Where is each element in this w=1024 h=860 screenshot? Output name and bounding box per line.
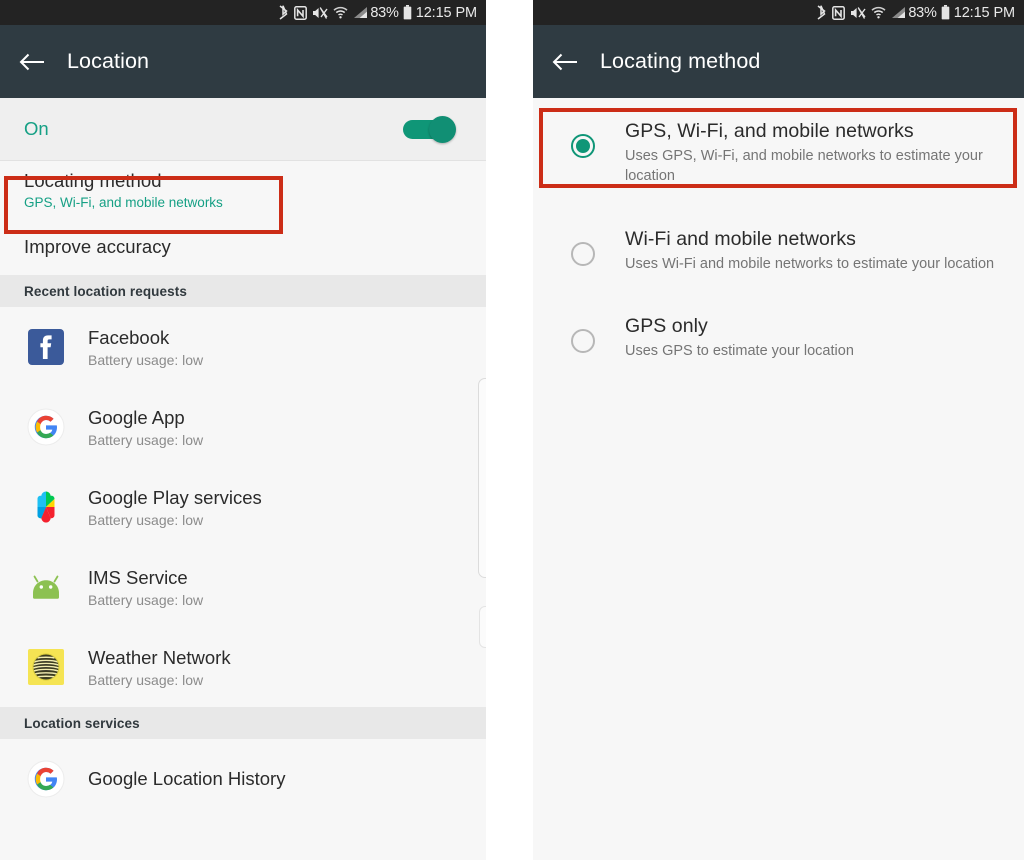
location-master-switch[interactable] [403, 116, 456, 143]
battery-percent-label: 83% [370, 4, 399, 21]
mute-vibrate-icon [312, 6, 328, 20]
app-bar: Location [0, 25, 486, 98]
google-g-icon [26, 759, 66, 799]
radio-option-text: GPS, Wi-Fi, and mobile networks Uses GPS… [625, 118, 997, 186]
mute-vibrate-icon [850, 6, 866, 20]
list-item-title: Facebook [88, 326, 170, 348]
back-arrow-icon[interactable] [19, 49, 45, 75]
bluetooth-icon [816, 5, 827, 20]
list-item-title: Google App [88, 406, 185, 428]
list-item[interactable]: Google Play services Battery usage: low [0, 467, 486, 547]
list-item-subtitle: Battery usage: low [88, 511, 204, 528]
list-item-text: IMS Service Battery usage: low [88, 567, 203, 608]
page-title: Location [67, 49, 150, 73]
location-master-toggle-label: On [24, 118, 49, 139]
google-play-services-icon [26, 487, 66, 527]
wifi-icon [333, 6, 348, 19]
settings-row-locating-method[interactable]: Locating method GPS, Wi-Fi, and mobile n… [0, 161, 486, 219]
wifi-icon [871, 6, 886, 19]
list-item[interactable]: Facebook Battery usage: low [0, 307, 486, 387]
radio-option-title: Wi-Fi and mobile networks [625, 228, 856, 251]
nfc-icon [832, 5, 846, 20]
status-bar: 83% 12:15 PM [533, 0, 1024, 25]
list-item[interactable]: Google Location History [0, 739, 486, 819]
status-bar-icons [278, 5, 368, 20]
page-title: Locating method [600, 49, 761, 73]
radio-inner-dot [576, 139, 590, 153]
recent-location-requests-list: Facebook Battery usage: low Google App B… [0, 307, 486, 707]
radio-option-description: Uses GPS, Wi-Fi, and mobile networks to … [625, 148, 983, 184]
status-bar: 83% 12:15 PM [0, 0, 486, 25]
radio-option-text: GPS only Uses GPS to estimate your locat… [625, 313, 854, 362]
location-master-toggle-row[interactable]: On [0, 98, 486, 161]
facebook-icon [26, 327, 66, 367]
panel-gutter [486, 0, 533, 860]
locating-method-option-list: GPS, Wi-Fi, and mobile networks Uses GPS… [533, 98, 1024, 858]
list-item[interactable]: Weather Network Battery usage: low [0, 627, 486, 707]
list-item-subtitle: Battery usage: low [88, 671, 204, 688]
radio-outer-ring [571, 328, 595, 353]
list-item-text: Google App Battery usage: low [88, 407, 203, 448]
left-phone-screenshot: 83% 12:15 PM Location On Locating method… [0, 0, 486, 860]
google-g-icon [26, 407, 66, 447]
list-item-title: Weather Network [88, 646, 231, 668]
settings-row-subtitle: GPS, Wi-Fi, and mobile networks [24, 195, 223, 210]
nfc-icon [294, 5, 308, 20]
weather-network-icon [26, 647, 66, 687]
status-bar-clock: 12:15 PM [415, 4, 477, 21]
bluetooth-icon [278, 5, 289, 20]
list-item-title: IMS Service [88, 566, 188, 588]
right-phone-screenshot: 83% 12:15 PM Locating method GPS, Wi-Fi,… [533, 0, 1024, 860]
settings-row-title: Locating method [24, 170, 162, 191]
list-item[interactable]: IMS Service Battery usage: low [0, 547, 486, 627]
radio-option-text: Wi-Fi and mobile networks Uses Wi-Fi and… [625, 226, 994, 275]
radio-button[interactable] [571, 242, 595, 267]
location-services-list: Google Location History [0, 739, 486, 819]
list-item-title: Google Location History [88, 768, 286, 789]
status-bar-clock: 12:15 PM [953, 4, 1015, 21]
list-item-text: Google Location History [88, 768, 285, 790]
radio-option-title: GPS only [625, 314, 708, 337]
location-settings-list: Locating method GPS, Wi-Fi, and mobile n… [0, 161, 486, 275]
list-item-text: Weather Network Battery usage: low [88, 647, 231, 688]
list-item-text: Google Play services Battery usage: low [88, 487, 262, 528]
radio-option-description: Uses GPS to estimate your location [625, 342, 854, 359]
radio-option-description: Uses Wi-Fi and mobile networks to estima… [625, 256, 995, 273]
battery-icon [941, 5, 950, 20]
android-robot-icon [26, 567, 66, 607]
section-header-recent-location-requests: Recent location requests [0, 275, 486, 307]
back-arrow-icon[interactable] [552, 49, 578, 75]
list-item-subtitle: Battery usage: low [88, 431, 204, 448]
switch-thumb [429, 116, 456, 143]
radio-option-title: GPS, Wi-Fi, and mobile networks [625, 120, 914, 142]
list-item-text: Facebook Battery usage: low [88, 327, 203, 368]
settings-row-title: Improve accuracy [24, 236, 171, 257]
list-item-title: Google Play services [88, 486, 262, 508]
radio-option-gps-wifi-mobile[interactable]: GPS, Wi-Fi, and mobile networks Uses GPS… [533, 98, 1024, 204]
battery-icon [403, 5, 412, 20]
radio-button[interactable] [571, 328, 595, 353]
radio-option-wifi-mobile[interactable]: Wi-Fi and mobile networks Uses Wi-Fi and… [533, 204, 1024, 293]
status-bar-icons [816, 5, 906, 20]
cellular-signal-icon [353, 6, 368, 19]
section-header-location-services: Location services [0, 707, 486, 739]
list-item-subtitle: Battery usage: low [88, 351, 204, 368]
radio-outer-ring [571, 242, 595, 267]
cellular-signal-icon [891, 6, 906, 19]
battery-percent-label: 83% [908, 4, 937, 21]
settings-row-improve-accuracy[interactable]: Improve accuracy [0, 219, 486, 275]
radio-option-gps-only[interactable]: GPS only Uses GPS to estimate your locat… [533, 293, 1024, 380]
phone-side-button-secondary [479, 606, 486, 648]
app-bar: Locating method [533, 25, 1024, 98]
list-item[interactable]: Google App Battery usage: low [0, 387, 486, 467]
phone-side-button [478, 378, 486, 578]
list-item-subtitle: Battery usage: low [88, 591, 204, 608]
radio-button-selected[interactable] [571, 134, 595, 158]
